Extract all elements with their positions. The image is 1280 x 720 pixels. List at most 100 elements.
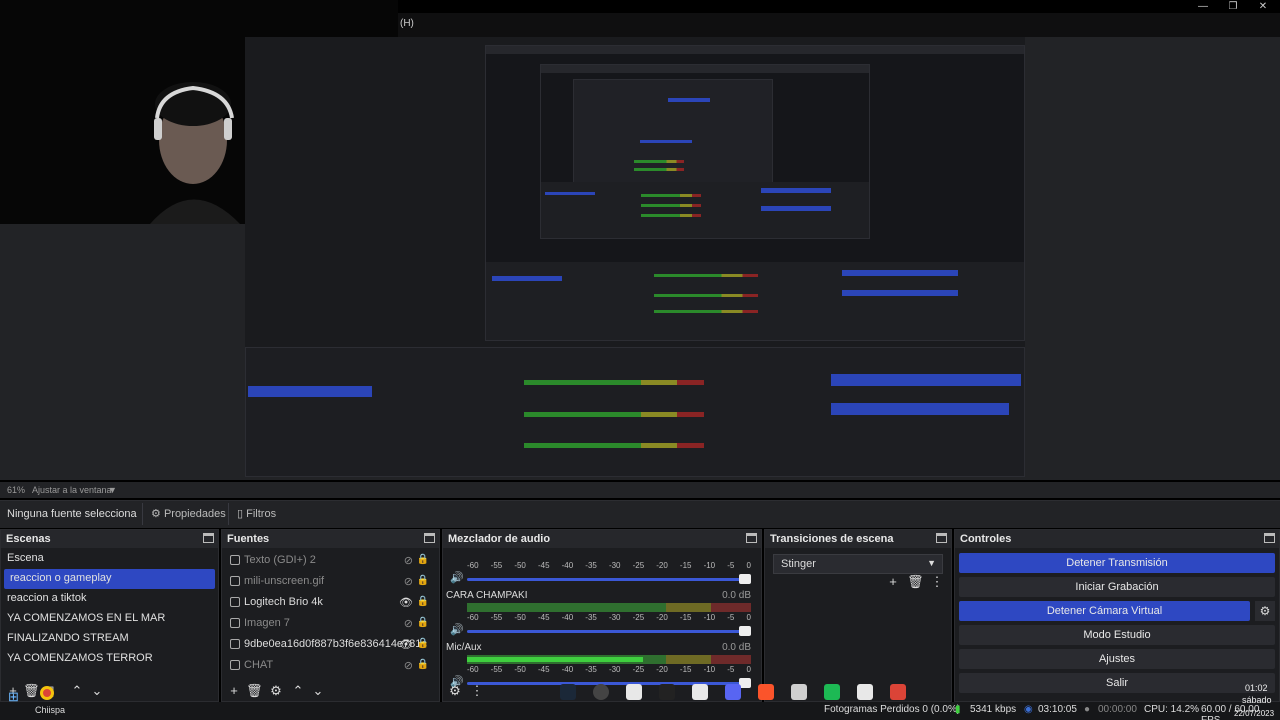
steam-icon[interactable] (560, 684, 576, 700)
notepad-icon[interactable] (857, 684, 873, 700)
lock-icon[interactable]: 🔒 (417, 638, 429, 649)
restore-button[interactable]: ❐ (1218, 0, 1248, 14)
eye-hidden-icon[interactable]: ⊘ (404, 575, 413, 588)
lock-icon[interactable]: 🔒 (417, 554, 429, 565)
close-button[interactable]: ✕ (1248, 0, 1278, 14)
advanced-audio-gear-icon[interactable]: ⚙ (447, 683, 463, 699)
tick-label: -25 (632, 665, 645, 674)
lock-icon[interactable]: 🔒 (417, 575, 429, 586)
tick-label: -30 (608, 665, 621, 674)
volume-slider[interactable]: 🔊 (448, 623, 751, 637)
sources-footer: + 🗑 ⚙ ⌃ ⌄ (222, 681, 439, 701)
add-source-button[interactable]: + (226, 683, 242, 699)
move-down-button[interactable]: ⌄ (310, 683, 326, 699)
move-up-button[interactable]: ⌃ (69, 683, 85, 699)
tick-label: -5 (727, 665, 735, 674)
brave-icon[interactable] (758, 684, 774, 700)
capcut-icon[interactable] (692, 684, 708, 700)
transition-select[interactable]: Stinger ▼ (773, 554, 943, 574)
undock-icon[interactable] (936, 533, 947, 543)
transition-menu-icon[interactable]: ⋮ (929, 574, 945, 590)
virtual-camera-gear-icon[interactable]: ⚙ (1255, 601, 1275, 621)
lock-icon[interactable]: 🔒 (417, 596, 429, 607)
undock-icon[interactable] (1264, 533, 1275, 543)
windows-start-icon[interactable]: ⊞ (8, 689, 19, 705)
delete-scene-button[interactable]: 🗑 (23, 683, 40, 699)
mixer-menu-icon[interactable]: ⋮ (469, 683, 485, 699)
controls-title: Controles (960, 533, 1012, 545)
delete-transition-button[interactable]: 🗑 (907, 574, 924, 590)
exit-button[interactable]: Salir (959, 673, 1275, 693)
source-item[interactable]: Imagen 7 ⊘ 🔒 (222, 613, 439, 634)
filters-button[interactable]: ▯ Filtros (228, 503, 284, 525)
spotify-icon[interactable] (824, 684, 840, 700)
zoom-mode-select[interactable]: Ajustar a la ventana (32, 485, 112, 495)
roblox-icon[interactable] (791, 684, 807, 700)
record-icon: ● (1084, 704, 1091, 715)
eye-icon[interactable]: 👁 (399, 596, 413, 609)
lock-icon[interactable]: 🔒 (417, 617, 429, 628)
mixer-title: Mezclador de audio (448, 533, 551, 545)
tick-label: -15 (679, 613, 692, 622)
undock-icon[interactable] (424, 533, 435, 543)
scene-item[interactable]: reaccion o gameplay (4, 569, 215, 589)
source-settings-button[interactable]: ⚙ (268, 683, 284, 699)
source-name: Imagen 7 (244, 617, 290, 629)
discord-icon[interactable] (725, 684, 741, 700)
nested-capture-2 (540, 64, 870, 239)
eye-hidden-icon[interactable]: ⊘ (404, 617, 413, 630)
tick-label: -55 (490, 613, 503, 622)
slider-knob[interactable] (739, 574, 751, 584)
zoom-level: 61% (7, 485, 26, 495)
chrome-taskbar-icon[interactable] (40, 686, 54, 700)
delete-source-button[interactable]: 🗑 (246, 683, 263, 699)
stream-icon: ◉ (1024, 704, 1033, 715)
mixer-header: Mezclador de audio (443, 530, 761, 548)
chevron-down-icon[interactable]: ▼ (108, 485, 117, 495)
scene-item[interactable]: reaccion a tiktok (1, 589, 218, 609)
add-transition-button[interactable]: + (885, 574, 901, 590)
scene-item[interactable]: Escena (1, 549, 218, 569)
scene-item[interactable]: YA COMENZAMOS TERROR (1, 649, 218, 669)
gear-icon: ⚙ (151, 508, 161, 520)
file-icon[interactable] (626, 684, 642, 700)
undock-icon[interactable] (203, 533, 214, 543)
scene-item[interactable]: YA COMENZAMOS EN EL MAR (1, 609, 218, 629)
filter-icon: ▯ (237, 508, 244, 520)
eye-icon[interactable]: 👁 (399, 638, 413, 651)
lock-icon[interactable]: 🔒 (417, 659, 429, 670)
chevron-down-icon: ▼ (927, 558, 936, 568)
dropped-frames: Fotogramas Perdidos 0 (0.0%) (824, 704, 961, 715)
move-down-button[interactable]: ⌄ (89, 683, 105, 699)
speaker-icon[interactable]: 🔊 (450, 623, 464, 636)
controls-header: Controles (955, 530, 1279, 548)
slider-knob[interactable] (739, 626, 751, 636)
start-recording-button[interactable]: Iniciar Grabación (959, 577, 1275, 597)
studio-mode-button[interactable]: Modo Estudio (959, 625, 1275, 645)
minimize-button[interactable]: — (1188, 0, 1218, 14)
channel-db: 0.0 dB (722, 642, 751, 653)
properties-button[interactable]: ⚙ Propiedades (142, 503, 234, 525)
obs-icon[interactable] (593, 684, 609, 700)
undock-icon[interactable] (746, 533, 757, 543)
source-item[interactable]: 9dbe0ea16d0f887b3f6e836414e781c 👁 🔒 (222, 634, 439, 655)
stop-virtual-camera-button[interactable]: Detener Cámara Virtual (959, 601, 1250, 621)
eye-hidden-icon[interactable]: ⊘ (404, 659, 413, 672)
source-item[interactable]: mili-unscreen.gif ⊘ 🔒 (222, 571, 439, 592)
volume-slider[interactable]: 🔊 (448, 571, 751, 585)
eye-hidden-icon[interactable]: ⊘ (404, 554, 413, 567)
move-up-button[interactable]: ⌃ (290, 683, 306, 699)
scenes-footer: + 🗑 ▯ ⌃ ⌄ (1, 681, 218, 701)
tick-label: -40 (561, 665, 574, 674)
slider-track (467, 630, 747, 633)
scene-item[interactable]: FINALIZANDO STREAM (1, 629, 218, 649)
properties-label: Propiedades (163, 508, 226, 520)
settings-button[interactable]: Ajustes (959, 649, 1275, 669)
source-item[interactable]: Logitech Brio 4k 👁 🔒 (222, 592, 439, 613)
stop-stream-button[interactable]: Detener Transmisión (959, 553, 1275, 573)
epic-icon[interactable] (659, 684, 675, 700)
speaker-icon[interactable]: 🔊 (450, 571, 464, 584)
source-item[interactable]: CHAT ⊘ 🔒 (222, 655, 439, 676)
chrome-icon[interactable] (890, 684, 906, 700)
source-item[interactable]: Texto (GDI+) 2 ⊘ 🔒 (222, 550, 439, 571)
